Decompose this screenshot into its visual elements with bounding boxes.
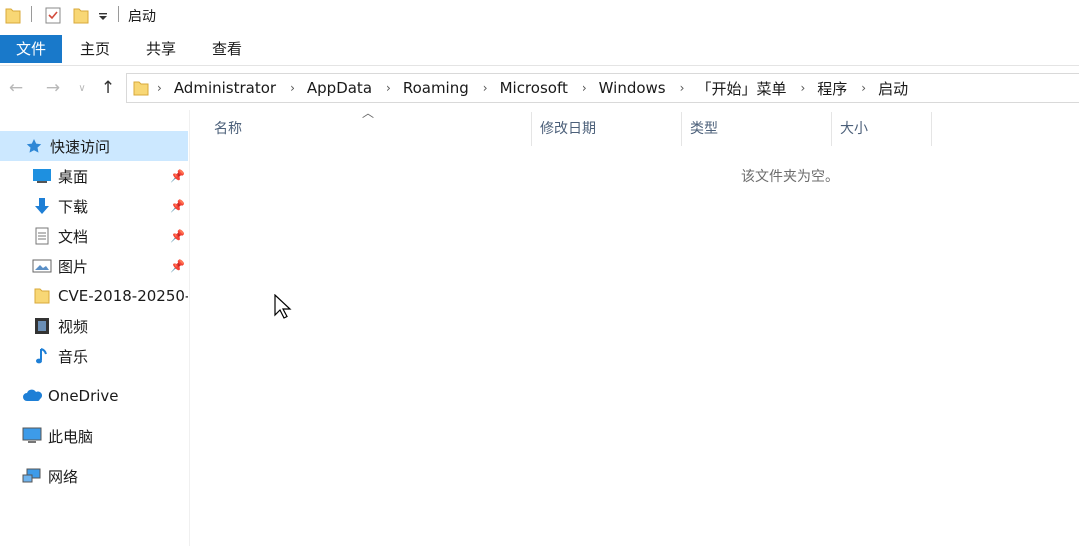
up-button[interactable]: ↑ bbox=[98, 78, 118, 98]
crumb-administrator[interactable]: Administrator bbox=[174, 79, 276, 97]
music-icon bbox=[32, 347, 52, 365]
chevron-right-icon[interactable]: › bbox=[861, 81, 866, 95]
ribbon: 文件 主页 共享 查看 bbox=[0, 32, 1079, 66]
tab-share[interactable]: 共享 bbox=[136, 35, 186, 63]
nav-item-network[interactable]: 网络 bbox=[0, 461, 188, 491]
customize-dropdown-icon[interactable] bbox=[97, 6, 109, 24]
arrow-right-icon: → bbox=[45, 78, 61, 98]
nav-item-music[interactable]: 音乐 bbox=[0, 341, 188, 371]
nav-item-desktop[interactable]: 桌面 📌 bbox=[0, 161, 188, 191]
forward-button[interactable]: → bbox=[43, 78, 63, 98]
document-icon bbox=[32, 227, 52, 245]
crumb-roaming[interactable]: Roaming bbox=[403, 79, 469, 97]
crumb-programs[interactable]: 程序 bbox=[817, 78, 847, 99]
download-icon bbox=[32, 197, 52, 215]
address-bar[interactable]: › Administrator › AppData › Roaming › Mi… bbox=[126, 73, 1079, 103]
pin-icon[interactable]: 📌 bbox=[170, 229, 185, 243]
nav-item-label: 图片 bbox=[58, 257, 89, 276]
nav-item-downloads[interactable]: 下载 📌 bbox=[0, 191, 188, 221]
nav-item-label: 下载 bbox=[58, 197, 89, 216]
folder-icon bbox=[133, 81, 149, 96]
nav-item-this-pc[interactable]: 此电脑 bbox=[0, 421, 188, 451]
column-header-name[interactable]: 名称 bbox=[206, 112, 532, 146]
network-icon bbox=[22, 467, 42, 485]
window-title: 启动 bbox=[128, 9, 156, 25]
pin-icon[interactable]: 📌 bbox=[170, 199, 185, 213]
nav-item-pictures[interactable]: 图片 📌 bbox=[0, 251, 188, 281]
chevron-right-icon[interactable]: › bbox=[157, 81, 162, 95]
tab-file[interactable]: 文件 bbox=[0, 35, 62, 63]
nav-item-videos[interactable]: 视频 bbox=[0, 311, 188, 341]
nav-item-label: OneDrive bbox=[48, 387, 119, 405]
nav-item-label: 视频 bbox=[58, 317, 89, 336]
chevron-right-icon[interactable]: › bbox=[800, 81, 805, 95]
nav-item-label: 快速访问 bbox=[50, 137, 111, 156]
recent-locations-button[interactable]: ∨ bbox=[72, 83, 92, 94]
folder-icon[interactable] bbox=[5, 6, 21, 24]
properties-icon[interactable] bbox=[45, 6, 61, 24]
column-header-type[interactable]: 类型 bbox=[682, 112, 832, 146]
crumb-startup[interactable]: 启动 bbox=[878, 78, 908, 99]
crumb-windows[interactable]: Windows bbox=[599, 79, 666, 97]
nav-item-quick-access[interactable]: 快速访问 bbox=[0, 131, 188, 161]
navigation-pane: 快速访问 桌面 📌 下载 📌 文档 📌 图片 📌 CVE-2018-20250-… bbox=[0, 110, 190, 546]
title-bar: 启动 bbox=[0, 0, 1079, 32]
chevron-right-icon[interactable]: › bbox=[483, 81, 488, 95]
star-icon bbox=[24, 137, 44, 155]
video-icon bbox=[32, 317, 52, 335]
nav-item-label: 此电脑 bbox=[48, 427, 94, 446]
nav-item-label: 桌面 bbox=[58, 167, 89, 186]
picture-icon bbox=[32, 257, 52, 275]
mouse-cursor-icon bbox=[274, 294, 292, 319]
nav-item-documents[interactable]: 文档 📌 bbox=[0, 221, 188, 251]
nav-item-cve-folder[interactable]: CVE-2018-20250-r bbox=[0, 281, 188, 311]
nav-item-label: 文档 bbox=[58, 227, 89, 246]
crumb-microsoft[interactable]: Microsoft bbox=[500, 79, 568, 97]
computer-icon bbox=[22, 427, 42, 445]
folder-icon bbox=[32, 287, 52, 305]
chevron-right-icon[interactable]: › bbox=[680, 81, 685, 95]
toolbar-separator bbox=[31, 6, 32, 22]
chevron-right-icon[interactable]: › bbox=[582, 81, 587, 95]
pin-icon[interactable]: 📌 bbox=[170, 259, 185, 273]
breadcrumb: › Administrator › AppData › Roaming › Mi… bbox=[157, 78, 922, 99]
crumb-appdata[interactable]: AppData bbox=[307, 79, 372, 97]
arrow-up-icon: ↑ bbox=[100, 78, 116, 98]
back-button[interactable]: ← bbox=[6, 78, 26, 98]
column-header-date-modified[interactable]: 修改日期 bbox=[532, 112, 682, 146]
pin-icon[interactable]: 📌 bbox=[170, 169, 185, 183]
desktop-icon bbox=[32, 167, 52, 185]
nav-item-label: 音乐 bbox=[58, 347, 89, 366]
column-header-size[interactable]: 大小 bbox=[832, 112, 932, 146]
nav-item-label: 网络 bbox=[48, 467, 79, 486]
chevron-down-icon: ∨ bbox=[78, 83, 86, 94]
empty-folder-message: 该文件夹为空。 bbox=[741, 169, 839, 185]
chevron-right-icon[interactable]: › bbox=[386, 81, 391, 95]
arrow-left-icon: ← bbox=[8, 78, 24, 98]
tab-home[interactable]: 主页 bbox=[70, 35, 120, 63]
onedrive-icon bbox=[22, 387, 42, 405]
new-folder-icon[interactable] bbox=[73, 6, 89, 24]
crumb-start-menu[interactable]: 「开始」菜单 bbox=[696, 78, 786, 99]
nav-item-onedrive[interactable]: OneDrive bbox=[0, 381, 188, 411]
chevron-right-icon[interactable]: › bbox=[290, 81, 295, 95]
toolbar-separator bbox=[118, 6, 119, 22]
nav-item-label: CVE-2018-20250-r bbox=[58, 287, 188, 305]
tab-view[interactable]: 查看 bbox=[202, 35, 252, 63]
